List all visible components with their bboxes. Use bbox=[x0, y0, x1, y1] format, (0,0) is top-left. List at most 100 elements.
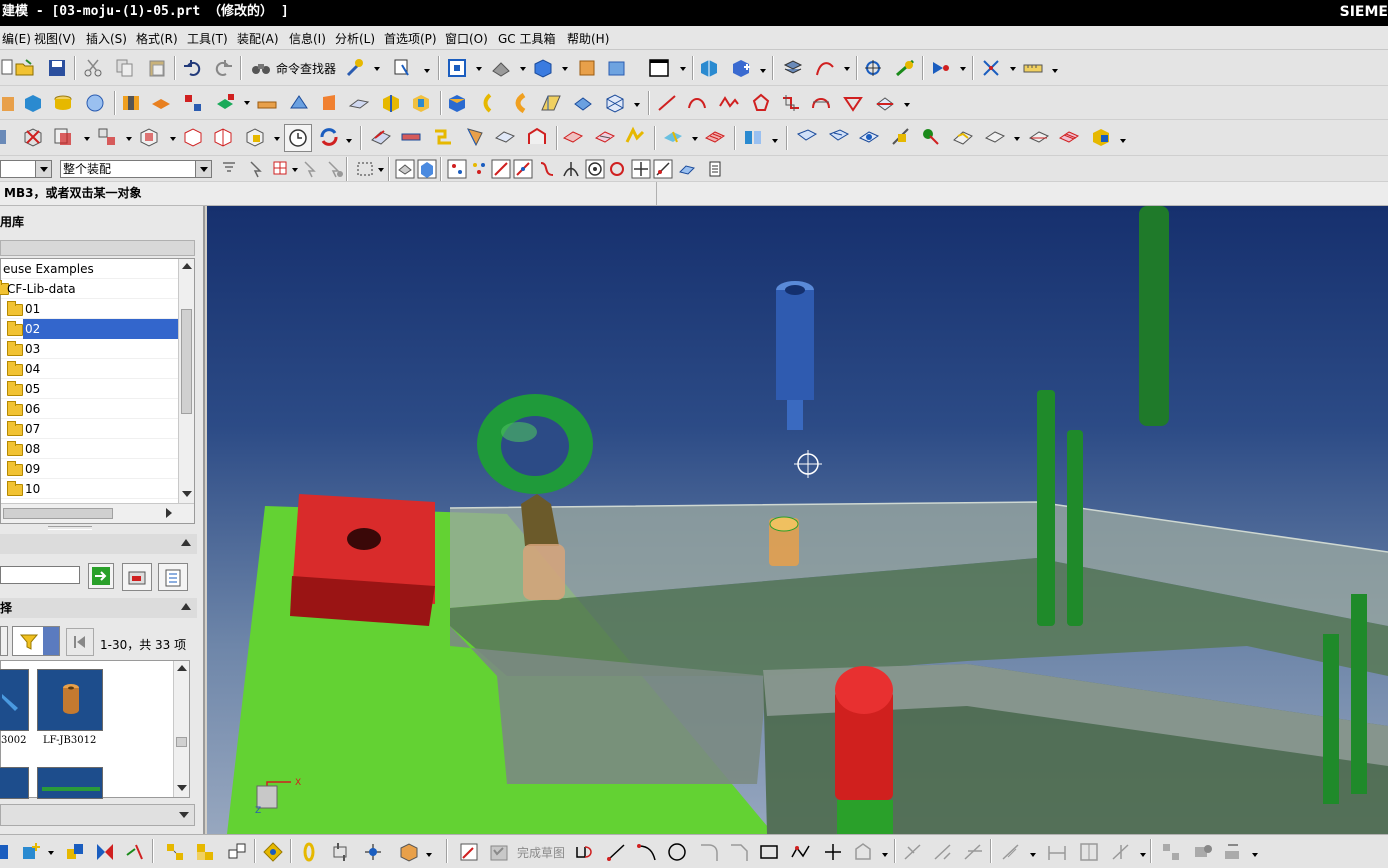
studio-spline-icon[interactable] bbox=[718, 92, 740, 114]
face-curvature-icon[interactable] bbox=[704, 126, 726, 148]
tree-row[interactable]: 08 bbox=[1, 439, 178, 459]
auto-constrain-icon[interactable] bbox=[1110, 841, 1132, 863]
render-style-icon[interactable] bbox=[490, 57, 512, 79]
binoculars-icon[interactable] bbox=[250, 57, 272, 79]
ruled-surface-icon[interactable] bbox=[400, 126, 422, 148]
menu-analysis[interactable]: 分析(L) bbox=[335, 30, 375, 47]
convert-reference-icon[interactable] bbox=[1160, 841, 1182, 863]
global-shaping-icon[interactable] bbox=[858, 126, 880, 148]
snap-existing-point-icon[interactable] bbox=[446, 158, 468, 180]
hole-icon[interactable] bbox=[120, 92, 142, 114]
x-form-icon[interactable] bbox=[796, 126, 818, 148]
tree-row[interactable]: euse Examples bbox=[1, 259, 178, 279]
menu-window[interactable]: 窗口(O) bbox=[445, 30, 488, 47]
offset-face-icon[interactable] bbox=[380, 92, 402, 114]
save-icon[interactable] bbox=[46, 57, 68, 79]
add-component-icon[interactable] bbox=[730, 57, 752, 79]
open-folder-icon[interactable] bbox=[14, 57, 36, 79]
feature-select-icon[interactable] bbox=[270, 158, 292, 180]
cut-icon[interactable] bbox=[82, 57, 104, 79]
snap-point-icon[interactable] bbox=[862, 57, 884, 79]
move-object-icon[interactable] bbox=[980, 57, 1002, 79]
subtract-icon[interactable] bbox=[22, 126, 44, 148]
sketch-line-icon[interactable] bbox=[606, 841, 628, 863]
project-curve-icon[interactable] bbox=[842, 92, 864, 114]
scroll-down-icon[interactable] bbox=[182, 491, 192, 497]
pocket-icon[interactable] bbox=[182, 92, 204, 114]
assembly-icon[interactable] bbox=[0, 841, 22, 863]
exploded-view-icon[interactable] bbox=[164, 841, 186, 863]
rib-icon[interactable] bbox=[318, 92, 340, 114]
constraint-icon[interactable] bbox=[64, 841, 86, 863]
menu-preferences[interactable]: 首选项(P) bbox=[384, 30, 437, 47]
tree-row[interactable]: 05 bbox=[1, 379, 178, 399]
surface-through-curves-icon[interactable] bbox=[370, 126, 392, 148]
profile-icon[interactable] bbox=[574, 841, 596, 863]
finish-sketch-label[interactable]: 完成草图 bbox=[517, 844, 565, 861]
snap-bounded-grid-icon[interactable] bbox=[676, 158, 698, 180]
ruler-icon[interactable] bbox=[1022, 57, 1044, 79]
tree-row[interactable]: 03 bbox=[1, 339, 178, 359]
timestamp-order-button[interactable] bbox=[284, 124, 312, 152]
sequence-icon[interactable] bbox=[194, 841, 216, 863]
menu-information[interactable]: 信息(I) bbox=[289, 30, 326, 47]
select-body-icon[interactable] bbox=[416, 158, 438, 180]
tree-vertical-scrollbar[interactable] bbox=[178, 259, 194, 503]
sketch-spline-icon[interactable] bbox=[790, 841, 812, 863]
selection-tools-icon[interactable] bbox=[392, 57, 414, 79]
menu-help[interactable]: 帮助(H) bbox=[567, 30, 609, 47]
update-icon[interactable] bbox=[318, 126, 340, 148]
finish-sketch-icon[interactable] bbox=[488, 841, 510, 863]
draft-icon[interactable] bbox=[540, 92, 562, 114]
snap-point-on-curve-icon[interactable] bbox=[630, 158, 652, 180]
geometric-constraint-icon[interactable] bbox=[1046, 841, 1068, 863]
chevron-down-icon[interactable] bbox=[43, 627, 59, 655]
thicken-icon[interactable] bbox=[572, 92, 594, 114]
unite-icon[interactable] bbox=[0, 126, 22, 148]
snap-midpoint-icon[interactable] bbox=[512, 158, 534, 180]
result-tile[interactable] bbox=[0, 669, 29, 731]
wave-geometry-icon[interactable] bbox=[226, 841, 248, 863]
alternate-solution-icon[interactable] bbox=[1192, 841, 1214, 863]
groove-icon[interactable] bbox=[288, 92, 310, 114]
collapse-up-icon[interactable] bbox=[181, 603, 191, 610]
hscroll-thumb[interactable] bbox=[3, 508, 113, 519]
quick-trim-icon[interactable] bbox=[902, 841, 924, 863]
line-icon[interactable] bbox=[656, 92, 678, 114]
sketch-point-icon[interactable] bbox=[822, 841, 844, 863]
dimension-icon[interactable] bbox=[1000, 841, 1022, 863]
chevron-down-icon[interactable] bbox=[195, 161, 211, 177]
search-list-button[interactable] bbox=[158, 563, 188, 591]
result-tile[interactable] bbox=[37, 767, 103, 799]
tree-row[interactable]: CF-Lib-data bbox=[0, 279, 178, 299]
sketch-icon[interactable] bbox=[458, 841, 480, 863]
pointer-move-icon[interactable] bbox=[324, 158, 346, 180]
menu-gc-toolbox[interactable]: GC 工具箱 bbox=[498, 30, 556, 47]
shell-icon[interactable] bbox=[410, 92, 432, 114]
tree-row[interactable]: 04 bbox=[1, 359, 178, 379]
sphere-icon[interactable] bbox=[84, 92, 106, 114]
match-edge-icon[interactable] bbox=[920, 126, 942, 148]
animate-dimension-icon[interactable] bbox=[1222, 841, 1244, 863]
shaded-cube-icon[interactable] bbox=[532, 57, 554, 79]
snap-grid-icon[interactable] bbox=[468, 158, 490, 180]
tree-row[interactable]: 01 bbox=[1, 299, 178, 319]
search-section-header[interactable] bbox=[0, 534, 197, 554]
offset-surface-icon[interactable] bbox=[562, 126, 584, 148]
pad-icon[interactable] bbox=[214, 92, 236, 114]
graphics-window[interactable]: X Z bbox=[207, 206, 1388, 834]
snap-point-on-face-icon[interactable] bbox=[652, 158, 674, 180]
chamfer-icon[interactable] bbox=[478, 92, 500, 114]
scroll-thumb[interactable] bbox=[176, 737, 187, 747]
menu-view[interactable]: 视图(V) bbox=[34, 30, 76, 47]
snap-intersection-icon[interactable] bbox=[560, 158, 582, 180]
extract-geometry-icon[interactable] bbox=[182, 126, 204, 148]
analyze-surface-icon[interactable] bbox=[662, 126, 684, 148]
face-blend-icon[interactable] bbox=[510, 92, 532, 114]
snap-endpoint-icon[interactable] bbox=[490, 158, 512, 180]
bridge-curve-icon[interactable] bbox=[810, 92, 832, 114]
splitter-grip[interactable] bbox=[48, 526, 92, 530]
mirror-sketch-icon[interactable] bbox=[94, 841, 116, 863]
filter-select[interactable] bbox=[12, 626, 60, 656]
select-face-icon[interactable] bbox=[394, 158, 416, 180]
